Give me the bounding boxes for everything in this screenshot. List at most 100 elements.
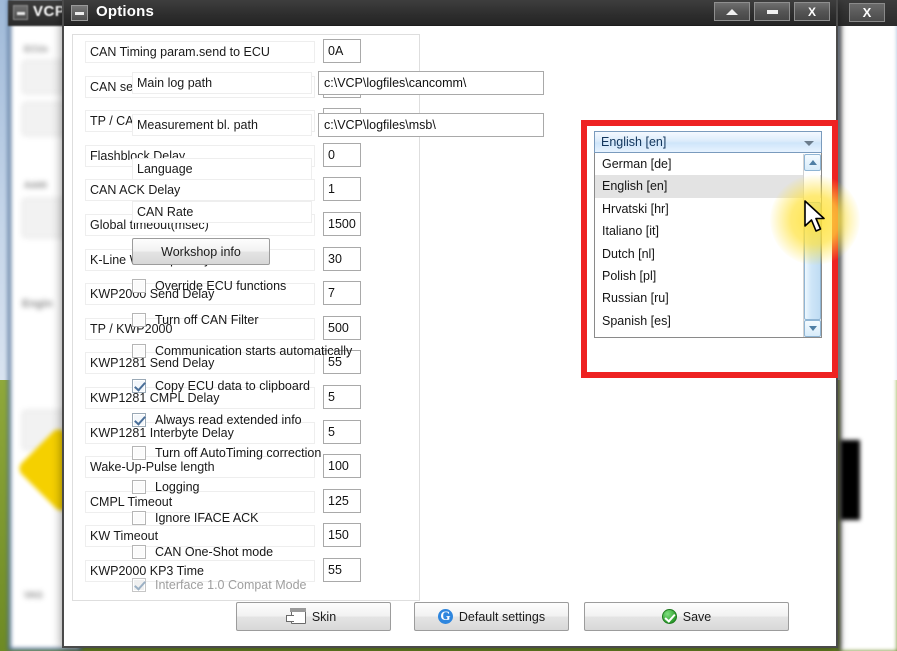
checkbox-checked-icon[interactable] [132,413,146,427]
checkbox-row[interactable]: Copy ECU data to clipboard [132,379,310,393]
language-option[interactable]: German [de] [595,153,821,175]
checkbox-label: Interface 1.0 Compat Mode [155,578,306,592]
refresh-blue-icon [438,609,453,624]
setting-value-input[interactable]: 0 [323,143,361,167]
language-option[interactable]: Spanish [es] [595,310,821,332]
arrow-up-icon [726,9,738,15]
setting-value-input[interactable]: 30 [323,247,361,271]
minimize-icon [767,10,778,14]
setting-label: KW Timeout [85,525,315,547]
setting-value-input[interactable]: 500 [323,316,361,340]
checkbox-label: Turn off CAN Filter [155,313,259,327]
checkbox-unchecked-icon[interactable] [132,446,146,460]
dialog-titlebar[interactable]: Options X [64,0,836,26]
checkbox-unchecked-icon[interactable] [132,480,146,494]
measurement-path-input[interactable]: c:\VCP\logfiles\msb\ [318,113,544,137]
default-settings-label: Default settings [459,610,545,624]
checkbox-row[interactable]: Communication starts automatically [132,344,352,358]
bg-status-label: VAG [24,590,43,600]
setting-label: CMPL Timeout [85,491,315,513]
checkbox-row[interactable]: Logging [132,480,200,494]
setting-value-input[interactable]: 150 [323,523,361,547]
minimize-box-icon [71,5,88,21]
save-button[interactable]: Save [584,602,789,631]
skin-button[interactable]: Skin [236,602,391,631]
scroll-up-arrow-icon[interactable] [804,154,821,171]
setting-value-input[interactable]: 1 [323,177,361,201]
dialog-title: Options [96,3,154,20]
checkbox-label: Logging [155,480,200,494]
minimize-button[interactable] [754,2,790,21]
checkbox-label: Ignore IFACE ACK [155,511,259,525]
dropdown-scrollbar[interactable] [803,154,820,337]
checkbox-row[interactable]: Turn off CAN Filter [132,313,259,327]
rollup-button[interactable] [714,2,750,21]
language-option[interactable]: Hrvatski [hr] [595,198,821,220]
scroll-down-arrow-icon[interactable] [804,320,821,337]
setting-value-input[interactable]: 1500 [323,212,361,236]
language-dropdown-list[interactable]: German [de]English [en]Hrvatski [hr]Ital… [594,153,822,338]
green-check-circle-icon [662,609,677,624]
setting-value-input[interactable]: 7 [323,281,361,305]
setting-label: CAN Timing param.send to ECU [85,41,315,63]
arrow-down-glyph [809,326,817,331]
chevron-down-icon [804,141,814,146]
language-label: Language [132,158,312,180]
setting-value-input[interactable]: 55 [323,558,361,582]
measurement-path-label: Measurement bl. path [132,114,312,136]
language-combobox-head[interactable]: English [en] [594,131,822,153]
language-option[interactable]: Italiano [it] [595,220,821,242]
setting-value-input[interactable]: 5 [323,385,361,409]
setting-value-input[interactable]: 125 [323,489,361,513]
workshop-info-button[interactable]: Workshop info [132,238,270,265]
close-button[interactable]: X [794,2,830,21]
background-window-right-close-button[interactable]: X [849,3,885,22]
language-selected-value: English [en] [601,135,666,149]
checkbox-label: CAN One-Shot mode [155,545,273,559]
language-option[interactable]: Russian [ru] [595,287,821,309]
language-combobox[interactable]: English [en] German [de]English [en]Hrva… [594,131,822,338]
dialog-footer: Skin Default settings Save [64,602,840,636]
scrollbar-thumb[interactable] [804,202,821,320]
default-settings-button[interactable]: Default settings [414,602,569,631]
minimize-box-icon [13,5,28,20]
bg-group-label-addl: Addit [24,180,47,190]
language-option[interactable]: English [en] [595,175,821,197]
setting-label: CAN ACK Delay [85,179,315,201]
checkbox-row[interactable]: CAN One-Shot mode [132,545,273,559]
checkbox-row: Interface 1.0 Compat Mode [132,578,306,592]
checkbox-row[interactable]: Turn off AutoTiming correction [132,446,321,460]
background-window-right[interactable] [838,0,897,651]
checkbox-unchecked-icon[interactable] [132,279,146,293]
skin-button-label: Skin [312,610,336,624]
setting-value-input[interactable]: 0A [323,39,361,63]
bg-group-label-engine: Engin [22,298,53,310]
language-option[interactable]: Dutch [nl] [595,243,821,265]
checkbox-row[interactable]: Override ECU functions [132,279,286,293]
checkbox-unchecked-icon[interactable] [132,313,146,327]
checkbox-row[interactable]: Always read extended info [132,413,302,427]
checkbox-unchecked-icon[interactable] [132,545,146,559]
main-log-path-input[interactable]: c:\VCP\logfiles\cancomm\ [318,71,544,95]
checkbox-row[interactable]: Ignore IFACE ACK [132,511,259,525]
setting-value-input[interactable]: 5 [323,420,361,444]
language-option[interactable]: Polish [pl] [595,265,821,287]
window-skin-icon [291,609,306,624]
can-rate-label: CAN Rate [132,201,312,223]
setting-value-input[interactable]: 100 [323,454,361,478]
checkbox-unchecked-icon[interactable] [132,511,146,525]
checkbox-label: Always read extended info [155,413,302,427]
language-option-container: German [de]English [en]Hrvatski [hr]Ital… [595,153,821,332]
main-log-path-label: Main log path [132,72,312,94]
checkbox-unchecked-icon[interactable] [132,344,146,358]
checkbox-checked-icon[interactable] [132,379,146,393]
checkbox-label: Turn off AutoTiming correction [155,446,321,460]
checkbox-label: Communication starts automatically [155,344,352,358]
checkbox-label: Copy ECU data to clipboard [155,379,310,393]
setting-row: CAN Timing param.send to ECU 0A [73,35,419,70]
checkbox-label: Override ECU functions [155,279,286,293]
background-window-left-title: VCP [33,3,65,20]
checkbox-checked-icon [132,578,146,592]
save-button-label: Save [683,610,712,624]
bg-group-label-ecus: ECUs [24,44,48,54]
